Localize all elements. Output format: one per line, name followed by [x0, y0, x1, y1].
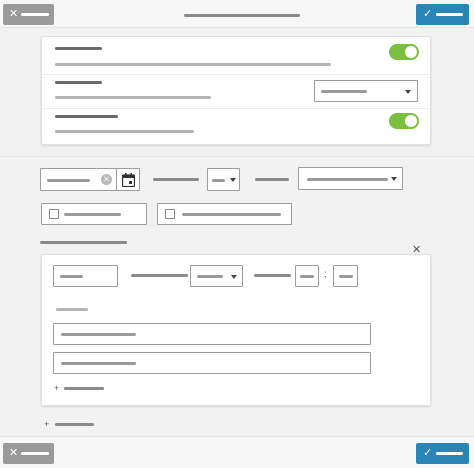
minute-value: [339, 275, 353, 278]
confirm-button-label: [436, 13, 463, 16]
checkbox-option-2[interactable]: [157, 203, 292, 225]
filter-select-1-value: [212, 179, 225, 182]
detail-field-2[interactable]: [53, 352, 371, 374]
setting-1-description: [55, 63, 331, 66]
sub-heading: [56, 308, 88, 311]
chevron-down-icon: [405, 90, 411, 94]
check-icon: ✓: [423, 447, 433, 459]
cancel-button-top[interactable]: ✕: [3, 4, 54, 25]
chevron-down-icon: [391, 177, 397, 181]
settings-card: [41, 36, 431, 145]
setting-3-description: [55, 130, 194, 133]
add-detail-label: [64, 387, 104, 390]
close-icon[interactable]: ✕: [412, 245, 421, 256]
hour-input[interactable]: [295, 265, 319, 287]
setting-1-title: [55, 47, 102, 50]
date-input[interactable]: ⨯: [40, 168, 117, 191]
row-divider: [42, 74, 430, 75]
chevron-down-icon: [230, 178, 236, 182]
hour-value: [300, 275, 314, 278]
checkbox-2[interactable]: [165, 209, 175, 219]
setting-3-toggle[interactable]: [389, 113, 419, 129]
filter-label-2: [255, 178, 289, 181]
check-icon: ✓: [423, 8, 433, 20]
plus-icon: +: [54, 383, 60, 393]
entry-name-input[interactable]: [53, 265, 118, 287]
cancel-button-bottom[interactable]: ✕: [3, 443, 54, 464]
calendar-icon: [122, 173, 135, 187]
setting-2-select-value: [321, 90, 367, 93]
entry-label-2: [254, 274, 291, 277]
section-heading: [40, 241, 127, 244]
detail-field-2-value: [61, 362, 136, 365]
page-title: [184, 14, 300, 17]
calendar-button[interactable]: [116, 168, 140, 191]
filter-select-1[interactable]: [207, 168, 240, 191]
entry-name-value: [60, 275, 83, 278]
checkbox-option-1-label: [64, 213, 121, 216]
close-icon: ✕: [9, 8, 19, 20]
detail-field-1[interactable]: [53, 323, 371, 345]
minute-input[interactable]: [333, 265, 358, 287]
setting-2-select[interactable]: [314, 80, 418, 102]
detail-field-1-value: [61, 333, 136, 336]
confirm-button-top[interactable]: ✓: [416, 4, 469, 25]
entry-select[interactable]: [190, 265, 243, 287]
bottom-toolbar: [0, 436, 474, 468]
confirm-button-bottom[interactable]: ✓: [416, 443, 469, 464]
filter-label-1: [153, 178, 199, 181]
add-detail-link[interactable]: +: [54, 382, 110, 394]
row-divider: [42, 108, 430, 109]
setting-1-toggle[interactable]: [389, 44, 419, 60]
filter-select-2[interactable]: [298, 167, 403, 190]
confirm-button-label: [436, 452, 463, 455]
clear-icon[interactable]: ⨯: [101, 174, 112, 185]
checkbox-option-1[interactable]: [41, 203, 147, 225]
setting-3-title: [55, 115, 118, 118]
setting-2-description: [55, 96, 211, 99]
add-entry-label: [55, 423, 94, 426]
date-input-value: [47, 179, 90, 182]
checkbox-option-2-label: [182, 213, 281, 216]
close-icon: ✕: [9, 447, 19, 459]
cancel-button-label: [21, 452, 49, 455]
cancel-button-label: [21, 13, 49, 16]
section-divider: [0, 156, 474, 157]
add-entry-link[interactable]: +: [44, 418, 100, 430]
plus-icon: +: [44, 419, 50, 429]
entry-label-1: [131, 274, 188, 277]
filter-select-2-value: [307, 178, 388, 181]
checkbox-1[interactable]: [49, 209, 59, 219]
setting-2-title: [55, 81, 102, 84]
entry-card: : +: [41, 254, 431, 406]
entry-select-value: [197, 275, 223, 278]
time-separator: :: [324, 269, 327, 280]
chevron-down-icon: [231, 275, 237, 279]
